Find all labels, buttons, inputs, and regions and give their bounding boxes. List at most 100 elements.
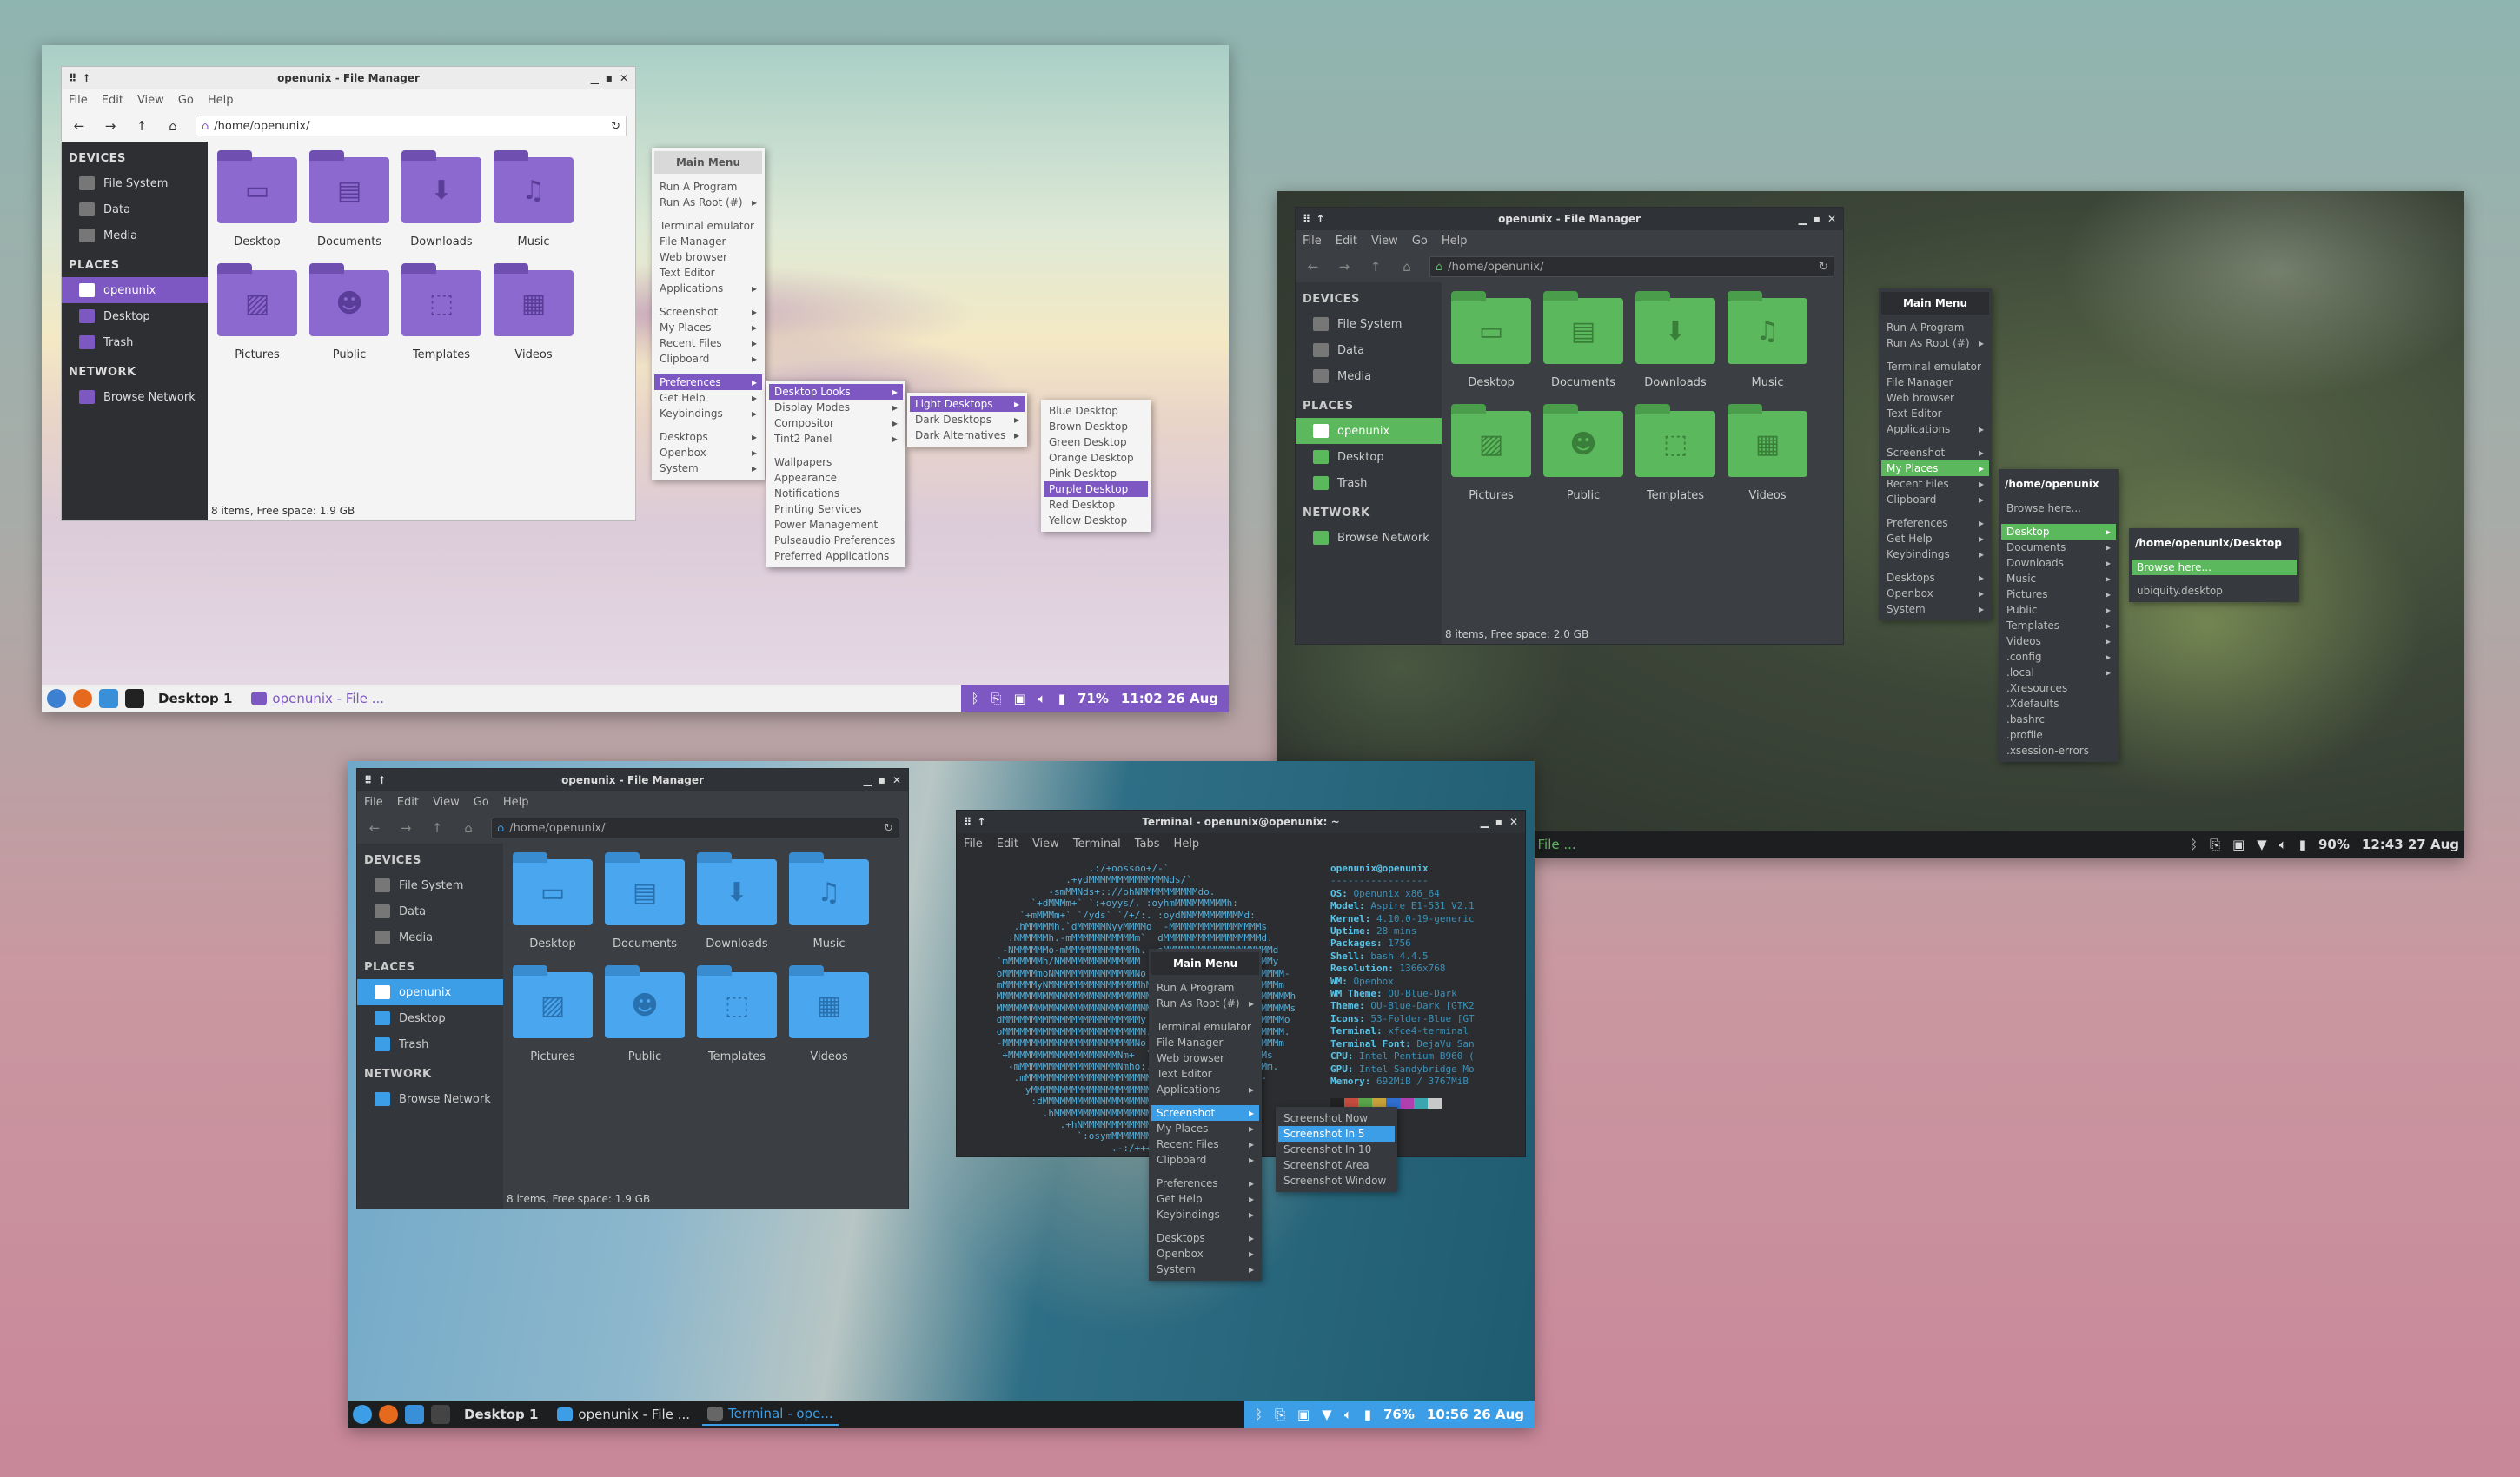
menu-item-screenshot-in-10[interactable]: Screenshot In 10 [1278, 1142, 1395, 1157]
menu-item-clipboard[interactable]: Clipboard ▸ [1151, 1152, 1259, 1168]
sidebar-item-file-system[interactable]: File System [1296, 311, 1442, 337]
folder-documents[interactable]: ▤ Documents [599, 852, 691, 972]
menu-item-terminal-emulator[interactable]: Terminal emulator [1881, 359, 1989, 374]
menu-item-openbox[interactable]: Openbox ▸ [1151, 1246, 1259, 1262]
menu-item-file-manager[interactable]: File Manager [654, 234, 762, 249]
menu-item-get-help[interactable]: Get Help ▸ [654, 390, 762, 406]
sidebar-item-trash[interactable]: Trash [1296, 470, 1442, 496]
clip-icon[interactable]: ⎘ [2210, 837, 2220, 852]
sidebar-item-media[interactable]: Media [1296, 363, 1442, 389]
firefox-icon[interactable] [379, 1405, 398, 1424]
close-icon[interactable]: ✕ [1827, 213, 1836, 225]
menu-item-keybindings[interactable]: Keybindings ▸ [1151, 1207, 1259, 1222]
menu-item-my-places[interactable]: My Places ▸ [1151, 1121, 1259, 1136]
wifi-icon[interactable]: ▼ [1322, 1407, 1332, 1422]
pin-icon[interactable]: ↑ [377, 774, 386, 786]
battery-icon[interactable]: ▮ [1058, 691, 1065, 706]
window-menu-icon[interactable]: ⠿ [364, 774, 372, 786]
home-icon[interactable]: ⌂ [1398, 259, 1416, 275]
terminal-icon[interactable] [125, 689, 144, 708]
menu-view[interactable]: View [433, 796, 460, 809]
sidebar-item-openunix[interactable]: openunix [62, 277, 208, 303]
menu-item-screenshot[interactable]: Screenshot ▸ [1151, 1105, 1259, 1121]
menu-item-applications[interactable]: Applications ▸ [1151, 1082, 1259, 1097]
menu-item-recent-files[interactable]: Recent Files ▸ [1151, 1136, 1259, 1152]
menu-help[interactable]: Help [1442, 235, 1468, 248]
forward-icon[interactable]: → [102, 118, 119, 134]
menu-item--xdefaults[interactable]: .Xdefaults [2001, 696, 2116, 712]
sidebar-item-openunix[interactable]: openunix [357, 979, 503, 1005]
maximize-icon[interactable]: ▪ [1814, 213, 1820, 225]
menu-item-terminal-emulator[interactable]: Terminal emulator [1151, 1019, 1259, 1035]
menu-item-run-a-program[interactable]: Run A Program [1881, 320, 1989, 335]
menu-item-applications[interactable]: Applications ▸ [654, 281, 762, 296]
home-icon[interactable]: ⌂ [460, 820, 477, 836]
menu-item-power-management[interactable]: Power Management [769, 517, 903, 533]
menu-item-compositor[interactable]: Compositor ▸ [769, 415, 903, 431]
menu-item-file-manager[interactable]: File Manager [1881, 374, 1989, 390]
menu-item--config[interactable]: .config ▸ [2001, 649, 2116, 665]
menu-item-display-modes[interactable]: Display Modes ▸ [769, 400, 903, 415]
folder-public[interactable]: ☻ Public [303, 263, 395, 383]
sidebar-item-desktop[interactable]: Desktop [62, 303, 208, 329]
location-bar[interactable]: ⌂ /home/openunix/ ↻ [491, 818, 899, 838]
browse-here-item[interactable]: Browse here... [2001, 500, 2116, 516]
menu-item--local[interactable]: .local ▸ [2001, 665, 2116, 680]
menu-edit[interactable]: Edit [102, 94, 123, 107]
clock[interactable]: 12:43 27 Aug [2362, 837, 2459, 852]
folder-videos[interactable]: ▦ Videos [783, 965, 875, 1085]
menu-item-recent-files[interactable]: Recent Files ▸ [654, 335, 762, 351]
menu-item-get-help[interactable]: Get Help ▸ [1151, 1191, 1259, 1207]
folder-music[interactable]: ♫ Music [783, 852, 875, 972]
menu-item-run-as-root-[interactable]: Run As Root (#) ▸ [1881, 335, 1989, 351]
forward-icon[interactable]: → [397, 820, 414, 836]
menu-item-run-a-program[interactable]: Run A Program [1151, 980, 1259, 996]
menu-item-keybindings[interactable]: Keybindings ▸ [1881, 546, 1989, 562]
folder-desktop[interactable]: ▭ Desktop [1445, 291, 1537, 411]
back-icon[interactable]: ← [366, 820, 383, 836]
folder-videos[interactable]: ▦ Videos [487, 263, 580, 383]
menu-item--xresources[interactable]: .Xresources [2001, 680, 2116, 696]
menu-item-run-a-program[interactable]: Run A Program [654, 179, 762, 195]
folder-templates[interactable]: ⬚ Templates [691, 965, 783, 1085]
menu-item-preferences[interactable]: Preferences ▸ [1881, 515, 1989, 531]
bluetooth-icon[interactable]: ᛒ [972, 691, 979, 706]
window-menu-icon[interactable]: ⠿ [69, 72, 76, 84]
menu-item-applications[interactable]: Applications ▸ [1881, 421, 1989, 437]
folder-pictures[interactable]: ▨ Pictures [211, 263, 303, 383]
reload-icon[interactable]: ↻ [1819, 261, 1828, 274]
menu-item-system[interactable]: System ▸ [1881, 601, 1989, 617]
menu-item-keybindings[interactable]: Keybindings ▸ [654, 406, 762, 421]
folder-pictures[interactable]: ▨ Pictures [507, 965, 599, 1085]
menu-edit[interactable]: Edit [1336, 235, 1357, 248]
sidebar-item-data[interactable]: Data [1296, 337, 1442, 363]
menu-item-tint2-panel[interactable]: Tint2 Panel ▸ [769, 431, 903, 447]
volume-icon[interactable]: 🔈︎ [2279, 837, 2287, 852]
menu-item-web-browser[interactable]: Web browser [654, 249, 762, 265]
bluetooth-icon[interactable]: ᛒ [1255, 1407, 1263, 1422]
folder-videos[interactable]: ▦ Videos [1721, 404, 1814, 524]
menu-item-clipboard[interactable]: Clipboard ▸ [654, 351, 762, 367]
reload-icon[interactable]: ↻ [884, 822, 893, 835]
folder-public[interactable]: ☻ Public [599, 965, 691, 1085]
menu-item-dark-desktops[interactable]: Dark Desktops ▸ [910, 412, 1025, 427]
menu-item-text-editor[interactable]: Text Editor [654, 265, 762, 281]
folder-documents[interactable]: ▤ Documents [1537, 291, 1629, 411]
taskbar-item-file-manager[interactable]: openunix - File ... [246, 687, 389, 710]
sidebar-item-file-system[interactable]: File System [357, 872, 503, 898]
wifi-icon[interactable]: ▼ [2257, 837, 2267, 852]
clip-icon[interactable]: ⎘ [991, 691, 1002, 706]
menu-item-pulseaudio-preferences[interactable]: Pulseaudio Preferences [769, 533, 903, 548]
folder-templates[interactable]: ⬚ Templates [1629, 404, 1721, 524]
menu-item-yellow-desktop[interactable]: Yellow Desktop [1044, 513, 1148, 528]
menu-item-openbox[interactable]: Openbox ▸ [1881, 586, 1989, 601]
screen-icon[interactable]: ▣ [1297, 1407, 1310, 1422]
sidebar-item-desktop[interactable]: Desktop [1296, 444, 1442, 470]
folder-desktop[interactable]: ▭ Desktop [507, 852, 599, 972]
menu-item-ubiquity-desktop[interactable]: ubiquity.desktop [2132, 583, 2297, 599]
menu-item-clipboard[interactable]: Clipboard ▸ [1881, 492, 1989, 507]
launcher-icon[interactable] [47, 689, 66, 708]
volume-icon[interactable]: 🔈︎ [1344, 1407, 1352, 1422]
menu-item-documents[interactable]: Documents ▸ [2001, 540, 2116, 555]
close-icon[interactable]: ✕ [892, 774, 901, 786]
